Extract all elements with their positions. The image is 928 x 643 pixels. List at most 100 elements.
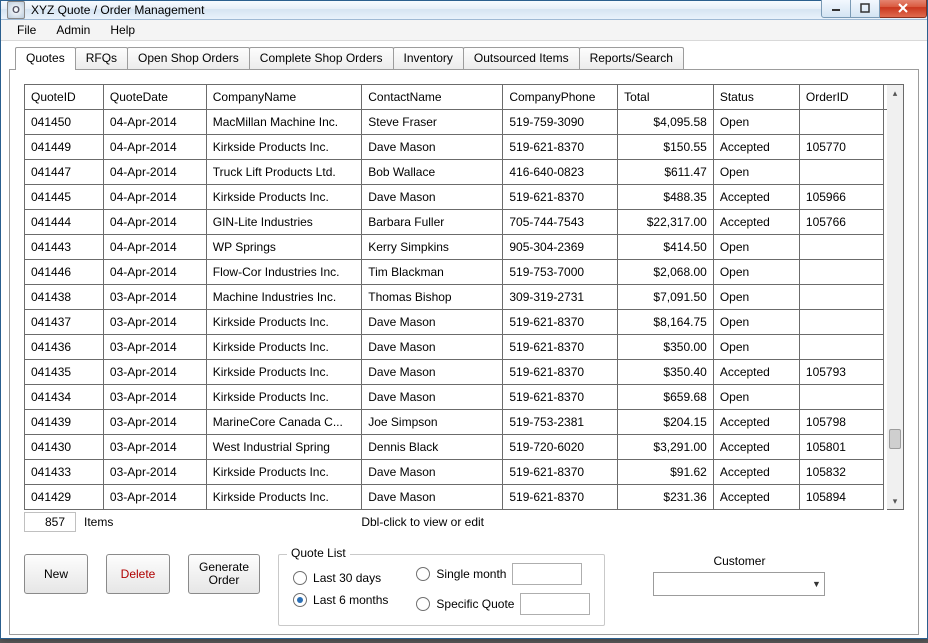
cell-companyname[interactable]: Kirkside Products Inc. [206,460,361,485]
cell-total[interactable]: $22,317.00 [618,210,714,235]
cell-status[interactable]: Accepted [713,360,799,385]
cell-contactname[interactable]: Kerry Simpkins [362,235,503,260]
cell-quotedate[interactable]: 03-Apr-2014 [103,410,206,435]
cell-orderid[interactable]: 105770 [799,135,883,160]
cell-companyphone[interactable]: 705-744-7543 [503,210,618,235]
cell-status[interactable]: Open [713,260,799,285]
cell-status[interactable]: Open [713,385,799,410]
cell-orderid[interactable]: 105766 [799,210,883,235]
cell-quoteid[interactable]: 041436 [25,335,104,360]
col-contactname[interactable]: ContactName [362,85,503,110]
cell-companyphone[interactable]: 519-621-8370 [503,335,618,360]
delete-button[interactable]: Delete [106,554,170,594]
cell-quotedate[interactable]: 03-Apr-2014 [103,285,206,310]
menu-admin[interactable]: Admin [46,20,100,40]
cell-total[interactable]: $611.47 [618,160,714,185]
table-row[interactable]: 04143403-Apr-2014Kirkside Products Inc.D… [25,385,904,410]
cell-total[interactable]: $350.00 [618,335,714,360]
cell-quoteid[interactable]: 041433 [25,460,104,485]
menu-help[interactable]: Help [100,20,145,40]
cell-total[interactable]: $350.40 [618,360,714,385]
cell-companyphone[interactable]: 519-621-8370 [503,310,618,335]
col-companyname[interactable]: CompanyName [206,85,361,110]
cell-status[interactable]: Open [713,335,799,360]
table-row[interactable]: 04144304-Apr-2014WP SpringsKerry Simpkin… [25,235,904,260]
new-button[interactable]: New [24,554,88,594]
cell-companyname[interactable]: Kirkside Products Inc. [206,185,361,210]
tab-rfqs[interactable]: RFQs [75,47,128,69]
cell-total[interactable]: $91.62 [618,460,714,485]
cell-orderid[interactable]: 105793 [799,360,883,385]
maximize-button[interactable] [851,0,880,18]
cell-contactname[interactable]: Joe Simpson [362,410,503,435]
cell-status[interactable]: Open [713,310,799,335]
cell-quotedate[interactable]: 03-Apr-2014 [103,310,206,335]
cell-contactname[interactable]: Dave Mason [362,360,503,385]
radio-single-month[interactable]: Single month [416,563,590,585]
cell-companyname[interactable]: Kirkside Products Inc. [206,335,361,360]
cell-orderid[interactable]: 105832 [799,460,883,485]
cell-total[interactable]: $7,091.50 [618,285,714,310]
col-total[interactable]: Total [618,85,714,110]
cell-quotedate[interactable]: 03-Apr-2014 [103,335,206,360]
cell-quoteid[interactable]: 041437 [25,310,104,335]
col-orderid[interactable]: OrderID [799,85,883,110]
cell-contactname[interactable]: Bob Wallace [362,160,503,185]
table-row[interactable]: 04144604-Apr-2014Flow-Cor Industries Inc… [25,260,904,285]
cell-companyname[interactable]: Kirkside Products Inc. [206,485,361,510]
cell-status[interactable]: Accepted [713,210,799,235]
cell-quotedate[interactable]: 04-Apr-2014 [103,160,206,185]
cell-quoteid[interactable]: 041438 [25,285,104,310]
cell-quoteid[interactable]: 041447 [25,160,104,185]
cell-quotedate[interactable]: 04-Apr-2014 [103,110,206,135]
radio-last30[interactable]: Last 30 days [293,571,388,585]
table-row[interactable]: 04143503-Apr-2014Kirkside Products Inc.D… [25,360,904,385]
cell-orderid[interactable] [799,385,883,410]
cell-companyname[interactable]: Kirkside Products Inc. [206,310,361,335]
cell-contactname[interactable]: Steve Fraser [362,110,503,135]
cell-contactname[interactable]: Dave Mason [362,385,503,410]
cell-orderid[interactable] [799,110,883,135]
cell-orderid[interactable] [799,310,883,335]
cell-status[interactable]: Open [713,110,799,135]
table-row[interactable]: 04144904-Apr-2014Kirkside Products Inc.D… [25,135,904,160]
cell-companyphone[interactable]: 519-753-7000 [503,260,618,285]
cell-orderid[interactable] [799,285,883,310]
cell-companyphone[interactable]: 309-319-2731 [503,285,618,310]
cell-quoteid[interactable]: 041450 [25,110,104,135]
radio-specific-quote[interactable]: Specific Quote [416,593,590,615]
cell-companyname[interactable]: WP Springs [206,235,361,260]
cell-orderid[interactable]: 105801 [799,435,883,460]
single-month-input[interactable] [512,563,582,585]
cell-total[interactable]: $659.68 [618,385,714,410]
cell-companyname[interactable]: Kirkside Products Inc. [206,360,361,385]
menu-file[interactable]: File [7,20,46,40]
cell-status[interactable]: Accepted [713,460,799,485]
cell-contactname[interactable]: Dave Mason [362,460,503,485]
cell-contactname[interactable]: Dave Mason [362,310,503,335]
cell-companyphone[interactable]: 519-621-8370 [503,360,618,385]
cell-total[interactable]: $488.35 [618,185,714,210]
cell-companyphone[interactable]: 519-621-8370 [503,485,618,510]
cell-contactname[interactable]: Dave Mason [362,485,503,510]
cell-quotedate[interactable]: 04-Apr-2014 [103,210,206,235]
cell-companyname[interactable]: Kirkside Products Inc. [206,135,361,160]
cell-quoteid[interactable]: 041443 [25,235,104,260]
cell-total[interactable]: $204.15 [618,410,714,435]
table-row[interactable]: 04143703-Apr-2014Kirkside Products Inc.D… [25,310,904,335]
col-companyphone[interactable]: CompanyPhone [503,85,618,110]
col-quoteid[interactable]: QuoteID [25,85,104,110]
cell-companyname[interactable]: West Industrial Spring [206,435,361,460]
table-row[interactable]: 04144504-Apr-2014Kirkside Products Inc.D… [25,185,904,210]
cell-companyphone[interactable]: 519-621-8370 [503,185,618,210]
cell-quotedate[interactable]: 03-Apr-2014 [103,360,206,385]
cell-quoteid[interactable]: 041444 [25,210,104,235]
cell-quoteid[interactable]: 041429 [25,485,104,510]
cell-companyname[interactable]: Kirkside Products Inc. [206,385,361,410]
cell-orderid[interactable] [799,260,883,285]
minimize-button[interactable] [821,0,851,18]
cell-contactname[interactable]: Tim Blackman [362,260,503,285]
cell-quoteid[interactable]: 041439 [25,410,104,435]
generate-order-button[interactable]: Generate Order [188,554,260,594]
col-quotedate[interactable]: QuoteDate [103,85,206,110]
